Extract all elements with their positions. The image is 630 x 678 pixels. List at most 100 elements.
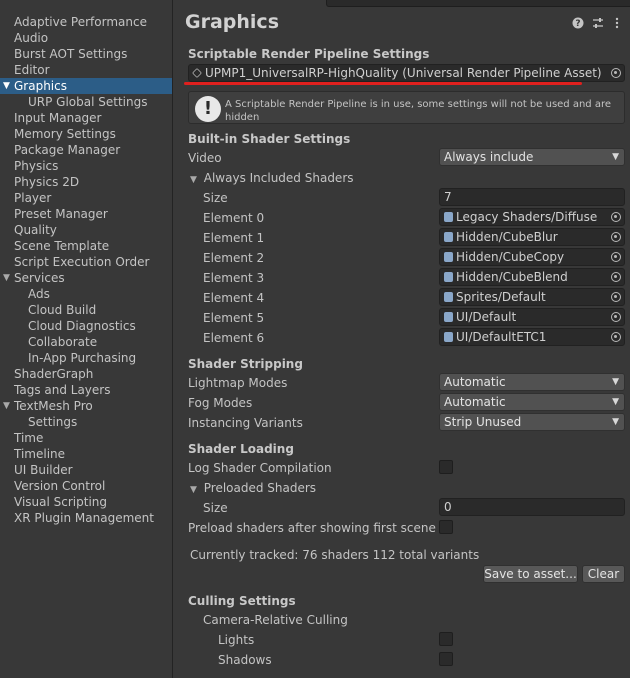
video-dropdown[interactable]: Always include ▼: [439, 148, 625, 166]
sidebar-item[interactable]: Time: [0, 430, 172, 446]
sidebar-item-label: URP Global Settings: [28, 95, 148, 109]
sidebar-item[interactable]: UI Builder: [0, 462, 172, 478]
sidebar-item[interactable]: Physics: [0, 158, 172, 174]
sidebar-item-label: Input Manager: [14, 111, 102, 125]
sidebar-item-label: ShaderGraph: [14, 367, 94, 381]
red-annotation-underline: [184, 82, 582, 85]
sliders-icon[interactable]: [592, 17, 604, 29]
sidebar-item[interactable]: Collaborate: [0, 334, 172, 350]
sidebar-item-label: TextMesh Pro: [14, 399, 93, 413]
sidebar-item[interactable]: Memory Settings: [0, 126, 172, 142]
sidebar-item-label: In-App Purchasing: [28, 351, 137, 365]
object-picker-icon[interactable]: [611, 312, 621, 322]
object-picker-icon[interactable]: [611, 232, 621, 242]
shader-icon: [444, 312, 453, 322]
object-picker-icon[interactable]: [611, 68, 621, 78]
sidebar-item[interactable]: ▼ Graphics: [0, 78, 172, 94]
sidebar-item[interactable]: Player: [0, 190, 172, 206]
srp-asset-field[interactable]: UPMP1_UniversalRP-HighQuality (Universal…: [188, 64, 625, 82]
kebab-menu-icon[interactable]: [611, 17, 623, 29]
shader-icon: [444, 212, 453, 222]
lightmap-label: Lightmap Modes: [188, 376, 288, 390]
sidebar-item-label: Audio: [14, 31, 49, 45]
sidebar-item-label: Editor: [14, 63, 50, 77]
object-picker-icon[interactable]: [611, 292, 621, 302]
sidebar-item[interactable]: Timeline: [0, 446, 172, 462]
shadows-checkbox[interactable]: [439, 652, 453, 666]
always-included-foldout[interactable]: ▼ Always Included Shaders: [190, 171, 354, 185]
sidebar-item-label: Physics: [14, 159, 59, 173]
sidebar-item[interactable]: ShaderGraph: [0, 366, 172, 382]
sidebar-item[interactable]: Quality: [0, 222, 172, 238]
shader-object-field[interactable]: UI/DefaultETC1: [439, 328, 625, 346]
sidebar-item[interactable]: Package Manager: [0, 142, 172, 158]
sidebar-item[interactable]: Ads: [0, 286, 172, 302]
sidebar-item[interactable]: Burst AOT Settings: [0, 46, 172, 62]
size-input[interactable]: 7: [439, 188, 625, 206]
camera-relative-label: Camera-Relative Culling: [203, 613, 348, 627]
element-label: Element 2: [203, 251, 265, 265]
shader-object-field[interactable]: Hidden/CubeBlend: [439, 268, 625, 286]
sidebar-item[interactable]: ▼ Services: [0, 270, 172, 286]
shader-name: Hidden/CubeBlend: [456, 270, 568, 284]
lights-checkbox[interactable]: [439, 632, 453, 646]
sidebar-item[interactable]: Adaptive Performance: [0, 14, 172, 30]
expand-arrow-icon[interactable]: ▼: [3, 78, 10, 94]
chevron-down-icon: ▼: [612, 417, 619, 427]
sidebar-item-label: Player: [14, 191, 52, 205]
preloaded-foldout[interactable]: ▼ Preloaded Shaders: [190, 481, 316, 495]
sidebar-item-label: Version Control: [14, 479, 106, 493]
video-label: Video: [188, 151, 222, 165]
sidebar-item[interactable]: Script Execution Order: [0, 254, 172, 270]
sidebar-item[interactable]: Visual Scripting: [0, 494, 172, 510]
log-shader-checkbox[interactable]: [439, 460, 453, 474]
sidebar-item[interactable]: Tags and Layers: [0, 382, 172, 398]
sidebar-item[interactable]: Settings: [0, 414, 172, 430]
element-label: Element 4: [203, 291, 265, 305]
sidebar-item-label: Scene Template: [14, 239, 110, 253]
save-to-asset-button[interactable]: Save to asset...: [483, 565, 578, 583]
sidebar-item[interactable]: ▼ TextMesh Pro: [0, 398, 172, 414]
preloaded-size-input[interactable]: 0: [439, 498, 625, 516]
tracked-text: Currently tracked: 76 shaders 112 total …: [190, 548, 480, 562]
shader-object-field[interactable]: Legacy Shaders/Diffuse: [439, 208, 625, 226]
instancing-dropdown[interactable]: Strip Unused ▼: [439, 413, 625, 431]
sidebar-item[interactable]: Audio: [0, 30, 172, 46]
sidebar-item[interactable]: XR Plugin Management: [0, 510, 172, 526]
help-icon[interactable]: ?: [572, 17, 584, 29]
lightmap-dropdown[interactable]: Automatic ▼: [439, 373, 625, 391]
sidebar-item[interactable]: Preset Manager: [0, 206, 172, 222]
object-picker-icon[interactable]: [611, 272, 621, 282]
sidebar-item-label: UI Builder: [14, 463, 73, 477]
element-label: Element 3: [203, 271, 265, 285]
object-picker-icon[interactable]: [611, 252, 621, 262]
sidebar-item[interactable]: URP Global Settings: [0, 94, 172, 110]
sidebar-item[interactable]: Cloud Diagnostics: [0, 318, 172, 334]
fog-dropdown[interactable]: Automatic ▼: [439, 393, 625, 411]
shader-object-field[interactable]: Sprites/Default: [439, 288, 625, 306]
shader-object-field[interactable]: Hidden/CubeBlur: [439, 228, 625, 246]
object-picker-icon[interactable]: [611, 332, 621, 342]
sidebar-item[interactable]: Physics 2D: [0, 174, 172, 190]
shader-object-field[interactable]: UI/Default: [439, 308, 625, 326]
shader-object-field[interactable]: Hidden/CubeCopy: [439, 248, 625, 266]
sidebar-item[interactable]: Version Control: [0, 478, 172, 494]
expand-arrow-icon[interactable]: ▼: [3, 270, 10, 286]
sidebar-item[interactable]: In-App Purchasing: [0, 350, 172, 366]
expand-arrow-icon[interactable]: ▼: [3, 398, 10, 414]
sidebar-item[interactable]: Scene Template: [0, 238, 172, 254]
srp-help-box: ! A Scriptable Render Pipeline is in use…: [188, 91, 625, 124]
stripping-section-title: Shader Stripping: [188, 357, 303, 371]
object-picker-icon[interactable]: [611, 212, 621, 222]
shader-name: Legacy Shaders/Diffuse: [456, 210, 598, 224]
clear-button[interactable]: Clear: [582, 565, 625, 583]
sidebar-item[interactable]: Editor: [0, 62, 172, 78]
sidebar-item[interactable]: Input Manager: [0, 110, 172, 126]
preload-after-checkbox[interactable]: [439, 520, 453, 534]
culling-section-title: Culling Settings: [188, 594, 296, 608]
shader-name: Hidden/CubeCopy: [456, 250, 565, 264]
shader-name: UI/Default: [456, 310, 517, 324]
settings-sidebar: Adaptive Performance Audio Burst AOT Setti…: [0, 0, 173, 678]
lightmap-value: Automatic: [444, 375, 506, 389]
sidebar-item[interactable]: Cloud Build: [0, 302, 172, 318]
